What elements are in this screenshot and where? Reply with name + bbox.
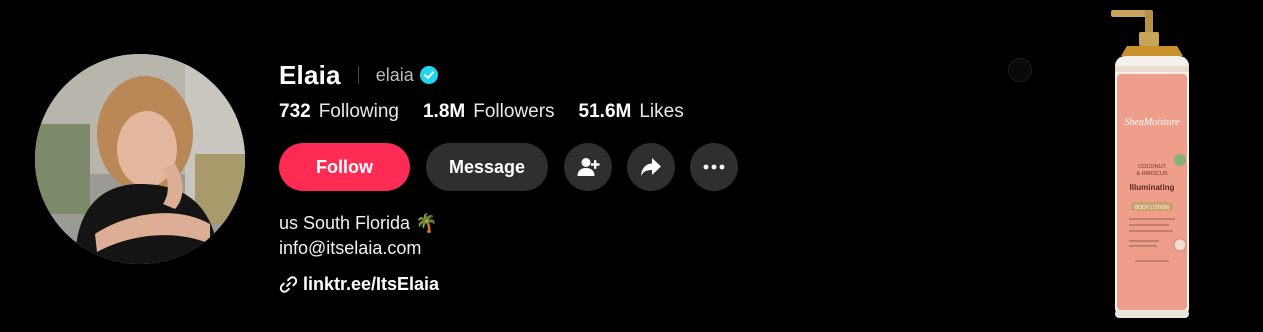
message-button[interactable]: Message: [426, 143, 548, 191]
ad-fine-line-3: [1129, 230, 1173, 232]
ad-fine-line-5: [1129, 245, 1157, 247]
username: elaia: [375, 64, 414, 85]
stat-following[interactable]: 732 Following: [279, 101, 399, 123]
ad-brand: SheaMoisture: [1124, 117, 1180, 128]
bottle-base: [1115, 310, 1189, 318]
profile-actions: Follow Message: [279, 143, 753, 191]
likes-label: Likes: [639, 101, 684, 122]
avatar[interactable]: [35, 54, 245, 264]
display-name: Elaia: [279, 59, 341, 90]
add-user-icon: [577, 158, 600, 176]
profile-info: Elaia elaia 732 Following 1.8M Followers…: [279, 58, 753, 295]
profile-stats: 732 Following 1.8M Followers 51.6M Likes: [279, 98, 753, 126]
stat-followers[interactable]: 1.8M Followers: [423, 101, 555, 123]
share-button[interactable]: [627, 143, 675, 191]
bottle-cap: [1121, 46, 1183, 56]
followers-count: 1.8M: [422, 101, 466, 122]
add-friend-button[interactable]: [564, 143, 612, 191]
bottle-band: [1115, 66, 1189, 72]
pump-stem: [1145, 10, 1153, 34]
name-divider: [357, 66, 359, 84]
verified-check-icon: [419, 66, 438, 84]
bio-link-text: linktr.ee/ItsElaia: [303, 274, 440, 294]
product-label: [1117, 74, 1187, 310]
ad-flavor-2: & HIBISCUS: [1136, 171, 1168, 177]
ad-badge-icon: [1174, 154, 1186, 166]
ad-seal-icon: [1173, 238, 1187, 252]
product-ad-image[interactable]: SheaMoisture COCONUT & HIBISCUS Illumina…: [1105, 4, 1199, 324]
ad-product-name: Illuminating: [1130, 183, 1175, 192]
ad-fine-line-4: [1129, 240, 1159, 242]
ad-fine-line-6: [1135, 260, 1169, 262]
profile-page: Elaia elaia 732 Following 1.8M Followers…: [0, 0, 1263, 332]
follow-button[interactable]: Follow: [279, 143, 410, 191]
name-row: Elaia elaia: [279, 58, 753, 92]
following-count: 732: [279, 101, 311, 122]
pump-collar: [1139, 32, 1159, 46]
ad-overlay-dot: [1008, 58, 1032, 82]
likes-count: 51.6M: [578, 101, 632, 122]
ad-flavor-1: COCONUT: [1138, 164, 1166, 170]
link-icon: [279, 276, 298, 293]
more-options-button[interactable]: [690, 143, 738, 191]
followers-label: Followers: [473, 101, 555, 122]
avatar-photo: [35, 54, 245, 264]
more-icon: [703, 164, 725, 170]
bio: us South Florida 🌴 info@itselaia.com: [279, 211, 753, 261]
following-label: Following: [318, 101, 399, 122]
bio-location: us South Florida 🌴: [279, 213, 438, 233]
ad-fine-line-1: [1129, 218, 1175, 220]
stat-likes: 51.6M Likes: [579, 101, 684, 123]
ad-fine-line-2: [1129, 224, 1169, 226]
ad-product-type: BODY LOTION: [1135, 205, 1169, 211]
share-icon: [641, 158, 661, 176]
bio-email: info@itselaia.com: [279, 238, 422, 258]
bio-link[interactable]: linktr.ee/ItsElaia: [279, 274, 753, 295]
